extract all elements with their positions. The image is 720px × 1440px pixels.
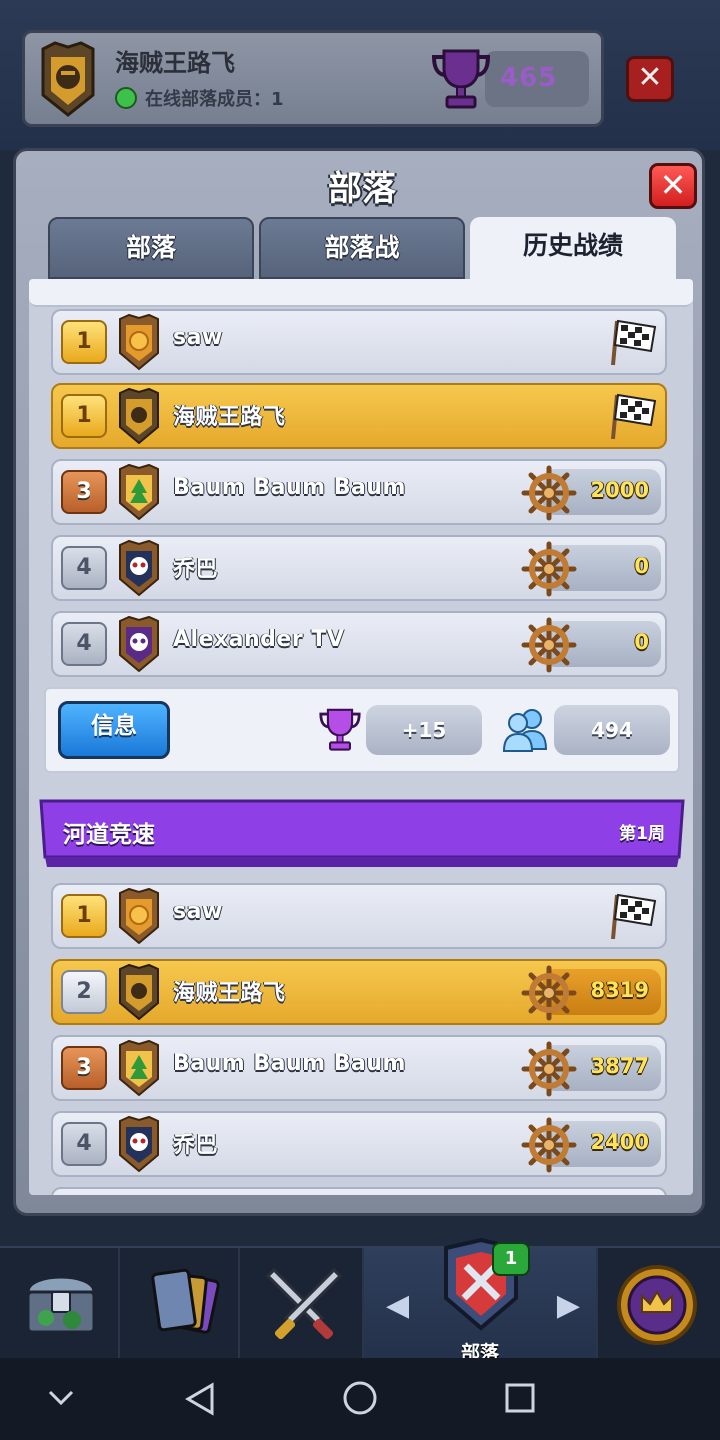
clan-badge-icon [119, 539, 159, 597]
members-icon [502, 709, 548, 752]
rank-badge: 3 [61, 1046, 107, 1090]
tab-clan[interactable]: 部落 [48, 217, 254, 279]
nav-cards[interactable] [120, 1248, 240, 1360]
trophy-count: 465 [500, 63, 558, 93]
online-status-icon [115, 87, 137, 109]
clan-badge-icon [119, 387, 159, 445]
list-top-strip [29, 279, 693, 307]
race1-row-2[interactable]: 1 海贼王路飞 [51, 383, 667, 449]
clan-name: 海贼王路飞 [115, 49, 235, 77]
race2-row-3[interactable]: 3 Baum Baum Baum 3877 [51, 1035, 667, 1101]
chest-icon [26, 1275, 96, 1334]
score-value: 0 [634, 554, 649, 578]
clan-badge-icon [119, 463, 159, 521]
trophy-icon [319, 708, 361, 751]
clan-name: saw [173, 325, 223, 350]
race1-row-5[interactable]: 4 Alexander TV 0 [51, 611, 667, 677]
rank-badge: 2 [61, 970, 107, 1014]
close-button[interactable]: ✕ [649, 163, 697, 209]
nav-battle[interactable] [240, 1248, 364, 1360]
bottom-navigation: ◀ ▶ 部落 [0, 1238, 720, 1364]
trophy-icon [431, 49, 491, 109]
rank-badge: 1 [61, 320, 107, 364]
clan-summary-card[interactable]: 海贼王路飞 在线部落成员：1 465 [22, 30, 604, 127]
race1-row-1[interactable]: 1 saw [51, 309, 667, 375]
header-close-button[interactable]: ✕ [626, 56, 674, 102]
trophy-change-value: +15 [366, 705, 482, 755]
recents-icon[interactable] [504, 1382, 536, 1414]
clan-name: 海贼王路飞 [173, 981, 286, 1006]
race-title: 河道竞速 [63, 822, 155, 848]
tab-history[interactable]: 历史战绩 [470, 217, 676, 279]
clan-badge-icon [119, 963, 159, 1021]
race1-row-3[interactable]: 3 Baum Baum Baum 2000 [51, 459, 667, 525]
race-info-panel: 信息 +15 494 [44, 687, 680, 773]
clan-header-bar: 海贼王路飞 在线部落成员：1 465 ✕ [0, 0, 720, 150]
race-banner: 河道竞速 第1周 [37, 797, 687, 871]
score-value: 8319 [590, 978, 649, 1002]
modal-title: 部落 [328, 169, 396, 209]
score-value: 2400 [590, 1130, 649, 1154]
clan-badge-icon [41, 41, 95, 117]
clan-badge-icon [119, 1115, 159, 1173]
race-week: 第1周 [619, 824, 665, 844]
system-navigation-bar [0, 1358, 720, 1440]
score-value: 2000 [590, 478, 649, 502]
home-icon[interactable] [342, 1380, 378, 1416]
race2-row-4[interactable]: 4 乔巴 2400 [51, 1111, 667, 1177]
clan-name: 海贼王路飞 [173, 405, 286, 430]
clan-name: saw [173, 899, 223, 924]
clan-name: Baum Baum Baum [173, 1051, 406, 1076]
nav-right-arrow-icon[interactable]: ▶ [557, 1288, 580, 1323]
clan-name: 乔巴 [173, 1133, 219, 1158]
rank-badge: 1 [61, 394, 107, 438]
clan-name: Baum Baum Baum [173, 475, 406, 500]
battle-swords-icon [265, 1267, 343, 1340]
info-button[interactable]: 信息 [58, 701, 170, 759]
score-value: 0 [634, 630, 649, 654]
nav-shop[interactable] [0, 1248, 120, 1360]
back-icon[interactable] [184, 1382, 216, 1416]
cards-icon [151, 1268, 220, 1334]
clan-notification-badge: 1 [492, 1242, 530, 1276]
nav-clan[interactable]: ◀ ▶ 部落 [364, 1238, 598, 1364]
online-members-label: 在线部落成员：1 [145, 89, 284, 110]
clan-badge-icon [119, 313, 159, 371]
rank-badge: 4 [61, 622, 107, 666]
nav-left-arrow-icon[interactable]: ◀ [386, 1288, 409, 1323]
rank-badge: 1 [61, 894, 107, 938]
clan-name: Alexander TV [173, 627, 345, 652]
rank-badge: 4 [61, 1122, 107, 1166]
score-value: 3877 [590, 1054, 649, 1078]
finish-flag-icon [611, 893, 657, 940]
race2-row-2[interactable]: 2 海贼王路飞 8319 [51, 959, 667, 1025]
clan-badge-icon [119, 887, 159, 945]
race2-row-1[interactable]: 1 saw [51, 883, 667, 949]
finish-flag-icon [611, 393, 657, 440]
clan-badge-icon [119, 1039, 159, 1097]
rank-badge: 3 [61, 470, 107, 514]
clan-name: 乔巴 [173, 557, 219, 582]
finish-flag-icon [611, 319, 657, 366]
clan-badge-icon [119, 615, 159, 673]
race1-row-4[interactable]: 4 乔巴 0 [51, 535, 667, 601]
chevron-down-icon[interactable] [46, 1386, 76, 1410]
tournament-crown-icon [617, 1265, 697, 1345]
tab-clan-war[interactable]: 部落战 [259, 217, 465, 279]
rank-badge: 4 [61, 546, 107, 590]
race2-row-5-partial[interactable] [51, 1187, 667, 1195]
ship-wheel-icon [521, 965, 577, 1021]
members-count: 494 [554, 705, 670, 755]
ship-wheel-icon [521, 617, 577, 673]
clan-modal: 部落 ✕ 部落 部落战 历史战绩 1 saw 1 海贼王路飞 3 Baum Ba… [13, 148, 705, 1216]
ship-wheel-icon [521, 541, 577, 597]
history-list[interactable]: 1 saw 1 海贼王路飞 3 Baum Baum Baum 2000 4 乔巴… [29, 279, 693, 1195]
nav-tournament[interactable] [598, 1248, 720, 1360]
ship-wheel-icon [521, 1117, 577, 1173]
ship-wheel-icon [521, 465, 577, 521]
ship-wheel-icon [521, 1041, 577, 1097]
